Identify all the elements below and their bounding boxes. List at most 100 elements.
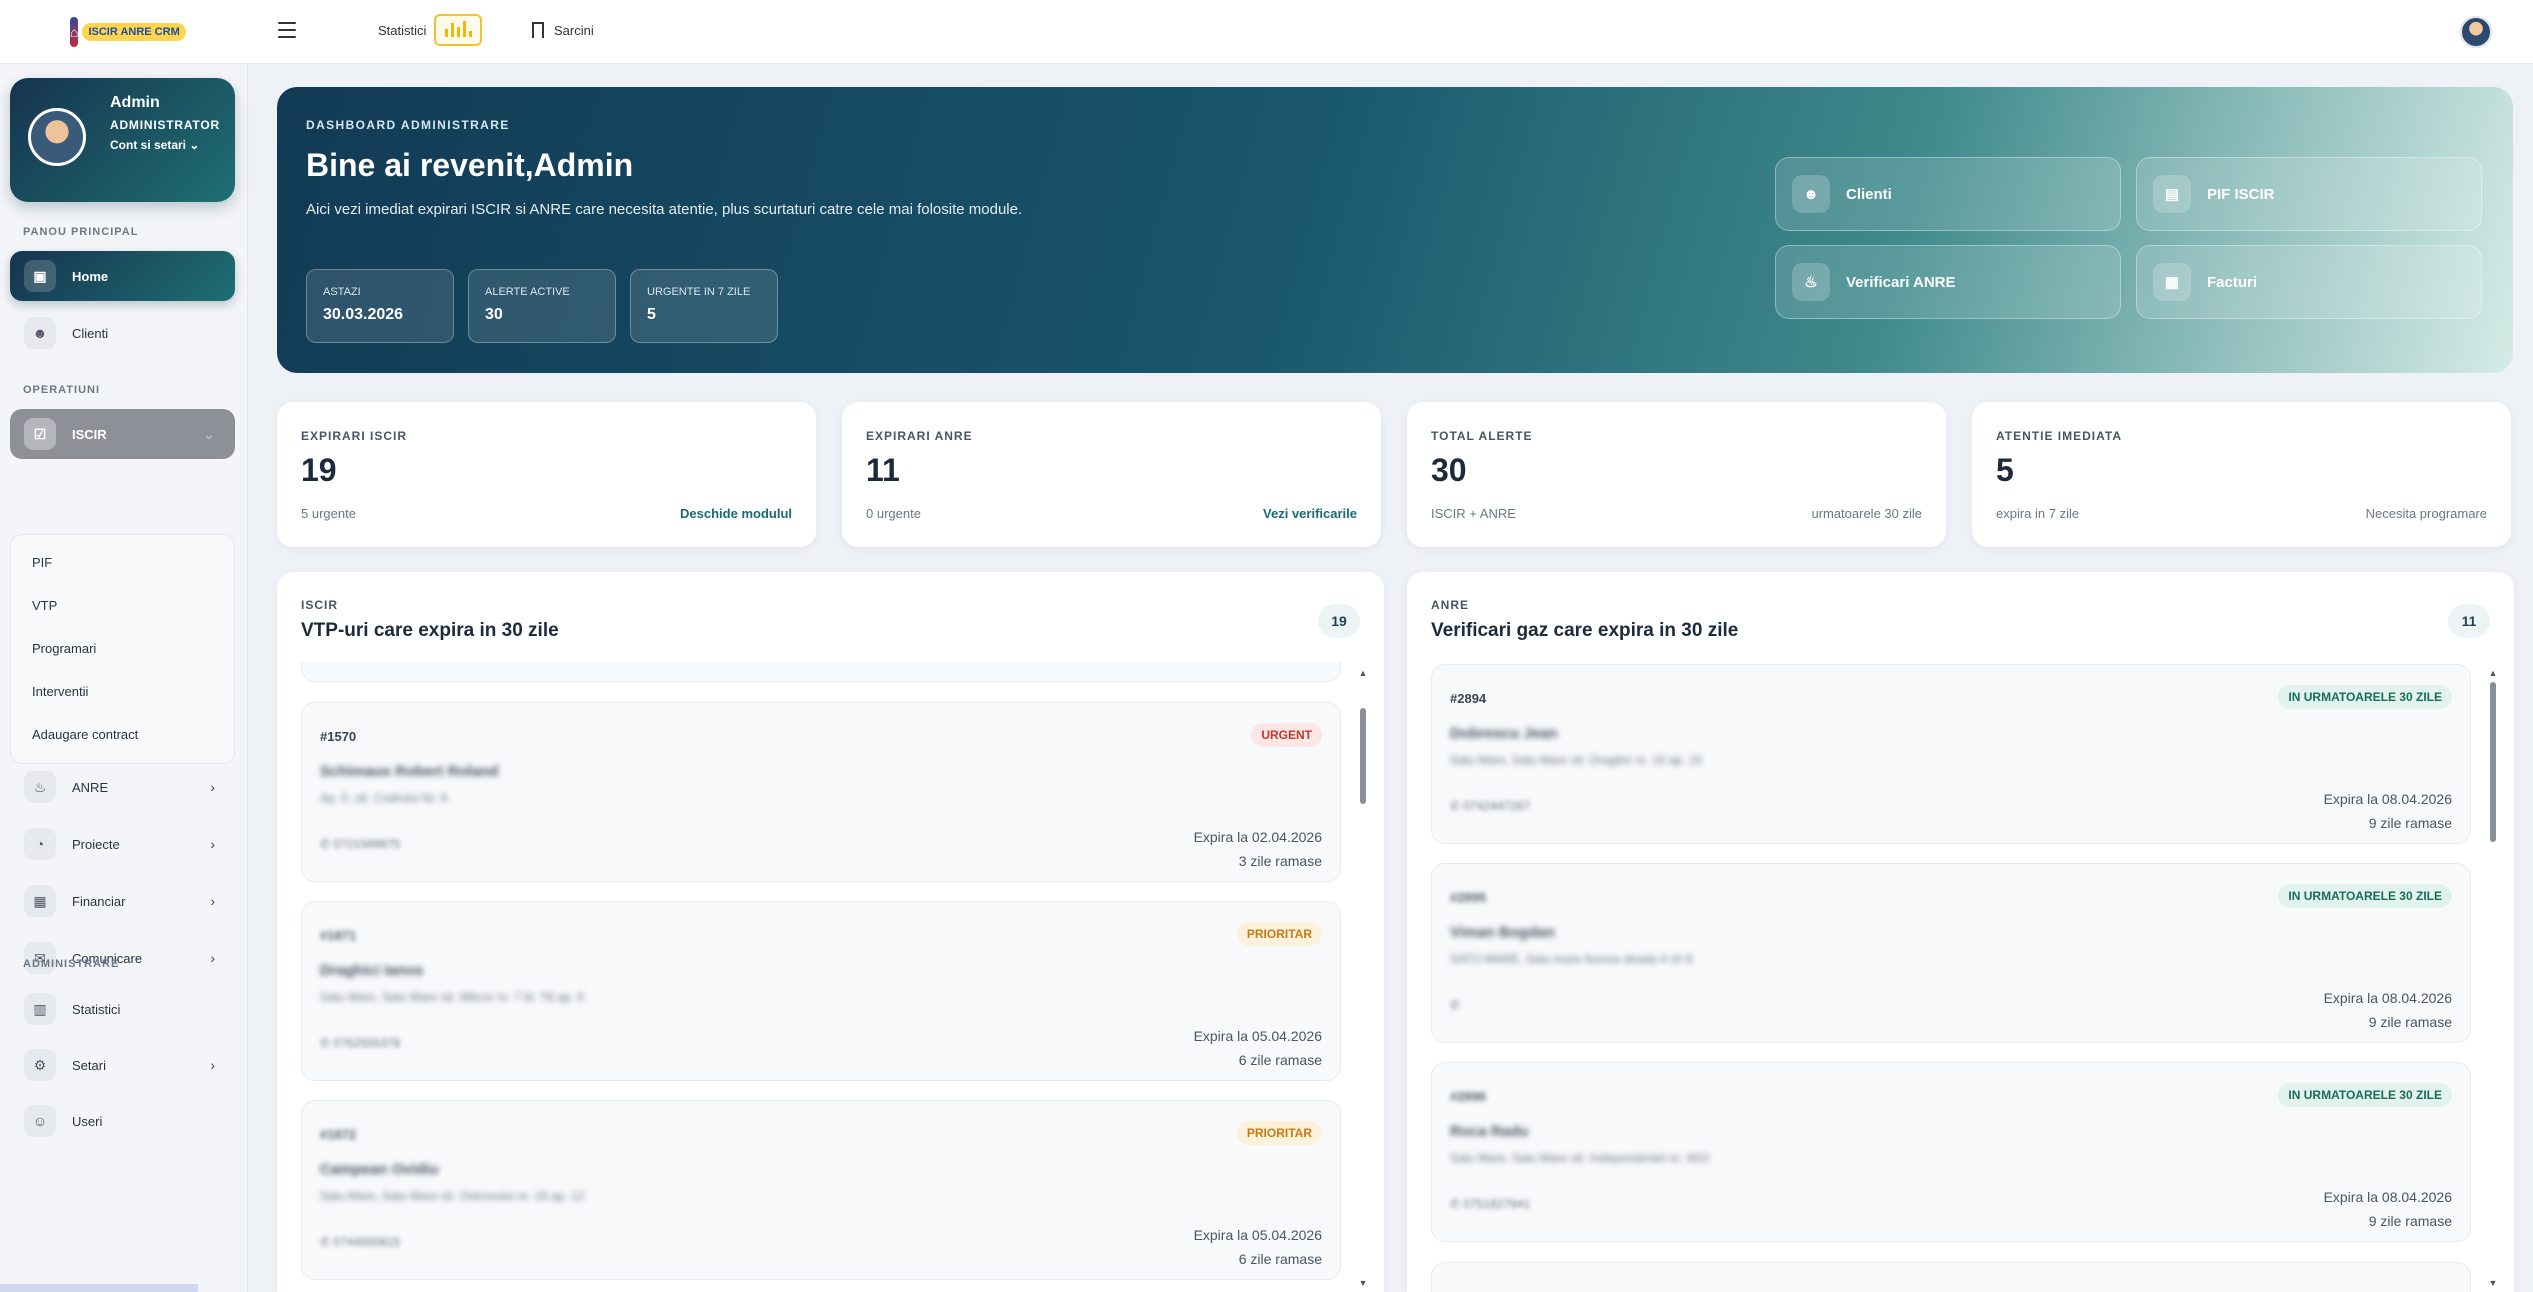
chip-label: ALERTE ACTIVE xyxy=(485,286,570,298)
scroll-thumb[interactable] xyxy=(2490,682,2496,842)
item-client-name: Viman Bogdan xyxy=(1450,924,1555,941)
chip-value: 5 xyxy=(647,306,656,323)
stat-label: ATENTIE IMEDIATA xyxy=(1996,429,2122,443)
item-client-name: Roca Radu xyxy=(1450,1123,1529,1140)
item-expiry: Expira la 05.04.2026 6 zile ramase xyxy=(1194,1024,1322,1072)
quick-action-facturi[interactable]: ▦ Facturi xyxy=(2136,245,2482,319)
sidebar-item-label: Statistici xyxy=(72,1001,121,1017)
file-icon: ▤ xyxy=(2153,175,2191,213)
item-phone: ✆ 0751827941 xyxy=(1450,1197,1531,1211)
stat-note: Necesita programare xyxy=(2365,506,2487,521)
panel-kicker: ANRE xyxy=(1431,598,1470,612)
stat-card-expirari-iscir: EXPIRARI ISCIR 19 5 urgente Deschide mod… xyxy=(277,402,816,547)
sidebar-item-financiar[interactable]: ▦ Financiar › xyxy=(10,876,235,926)
item-id: #2894 xyxy=(1450,691,1487,706)
submenu-item-pif[interactable]: PIF xyxy=(32,555,52,570)
stat-card-total-alerte: TOTAL ALERTE 30 ISCIR + ANRE urmatoarele… xyxy=(1407,402,1946,547)
scroll-thumb[interactable] xyxy=(1360,708,1366,804)
horizontal-scrollbar[interactable] xyxy=(0,1284,198,1292)
list-item[interactable]: #2895 IN URMATOARELE 30 ZILE Viman Bogda… xyxy=(1431,863,2471,1043)
hero-banner: DASHBOARD ADMINISTRARE Bine ai revenit,A… xyxy=(277,87,2513,373)
sidebar-item-setari[interactable]: ⚙ Setari › xyxy=(10,1040,235,1090)
calculator-icon: ▦ xyxy=(2153,263,2191,301)
sidebar-item-label: Clienti xyxy=(72,325,109,341)
item-expiry: Expira la 08.04.2026 9 zile ramase xyxy=(2324,787,2452,835)
submenu-item-interventii[interactable]: Interventii xyxy=(32,684,88,699)
sidebar-item-label: Setari xyxy=(72,1057,106,1073)
status-badge: PRIORITAR xyxy=(1236,922,1322,946)
chip-label: ASTAZI xyxy=(323,286,361,298)
bar-chart-icon: ▥ xyxy=(24,993,56,1025)
section-panou-principal: PANOU PRINCIPAL xyxy=(23,226,139,238)
logo-mark-icon: ⌂ xyxy=(70,17,79,47)
status-badge: IN URMATOARELE 30 ZILE xyxy=(2278,1083,2452,1107)
quick-action-label: PIF ISCIR xyxy=(2207,185,2275,203)
list-item[interactable]: #1872 PRIORITAR Campean Ovidiu Satu Mare… xyxy=(301,1100,1341,1280)
sidebar-item-proiecte[interactable]: ◔ Proiecte › xyxy=(10,819,235,869)
chevron-down-icon: ⌄ xyxy=(203,425,215,442)
list-item[interactable]: #2894 IN URMATOARELE 30 ZILE Dobrescu Je… xyxy=(1431,664,2471,844)
chevron-right-icon: › xyxy=(210,950,215,966)
scroll-down-icon[interactable]: ▼ xyxy=(2488,1278,2498,1288)
section-operatiuni: OPERATIUNI xyxy=(23,384,101,396)
view-checks-link[interactable]: Vezi verificarile xyxy=(1263,506,1357,521)
quick-action-clienti[interactable]: ☻ Clienti xyxy=(1775,157,2121,231)
chevron-right-icon: › xyxy=(210,893,215,909)
submenu-item-vtp[interactable]: VTP xyxy=(32,598,57,613)
dashboard-icon: ▣ xyxy=(24,260,56,292)
vertical-scrollbar[interactable]: ▲ ▼ xyxy=(1358,668,1368,1290)
submenu-item-programari[interactable]: Programari xyxy=(32,641,96,656)
nav-sarcini[interactable]: Sarcini xyxy=(532,22,594,38)
stat-label: EXPIRARI ANRE xyxy=(866,429,973,443)
stat-value: 5 xyxy=(1996,452,2014,488)
expiry-remaining: 9 zile ramase xyxy=(2368,1014,2452,1030)
phone-icon: ✆ xyxy=(1450,998,1461,1012)
app-logo[interactable]: ⌂ ISCIR ANRE CRM xyxy=(70,14,186,50)
item-expiry: Expira la 05.04.2026 6 zile ramase xyxy=(1194,1223,1322,1271)
profile-card: Admin ADMINISTRATOR Cont si setari ⌄ xyxy=(10,78,235,202)
sidebar-item-iscir[interactable]: ☑ ISCIR ⌄ xyxy=(10,409,235,459)
clipboard-icon: ☑ xyxy=(24,418,56,450)
quick-action-pif-iscir[interactable]: ▤ PIF ISCIR xyxy=(2136,157,2482,231)
vertical-scrollbar[interactable]: ▲ ▼ xyxy=(2488,668,2498,1290)
expiry-date: Expira la 08.04.2026 xyxy=(2323,791,2452,807)
list-item[interactable]: #2896 IN URMATOARELE 30 ZILE Roca Radu S… xyxy=(1431,1062,2471,1242)
stat-sub: ISCIR + ANRE xyxy=(1431,506,1516,521)
scroll-up-icon[interactable]: ▲ xyxy=(2488,668,2498,678)
sidebar-item-label: ANRE xyxy=(72,779,109,795)
user-avatar[interactable] xyxy=(2460,16,2492,48)
sidebar-item-statistici[interactable]: ▥ Statistici xyxy=(10,984,235,1034)
sidebar-item-anre[interactable]: ♨ ANRE › xyxy=(10,762,235,812)
item-phone: ✆ 0744000815 xyxy=(320,1235,401,1249)
list-item[interactable]: #1871 PRIORITAR Draghici Ianos Satu Mare… xyxy=(301,901,1341,1081)
chip-value: 30.03.2026 xyxy=(323,306,404,323)
expiry-remaining: 9 zile ramase xyxy=(2368,1213,2452,1229)
status-badge: IN URMATOARELE 30 ZILE xyxy=(2278,884,2452,908)
stat-value: 19 xyxy=(301,452,337,488)
expiry-remaining: 9 zile ramase xyxy=(2368,815,2452,831)
item-phone: ✆ 0762555378 xyxy=(320,1036,401,1050)
scroll-down-icon[interactable]: ▼ xyxy=(1358,1278,1368,1288)
chip-urgent-7-days: URGENTE IN 7 ZILE 5 xyxy=(630,269,778,343)
sidebar-item-home[interactable]: ▣ Home xyxy=(10,251,235,301)
sidebar-item-label: Home xyxy=(72,268,109,284)
menu-icon[interactable] xyxy=(278,22,296,38)
list-item[interactable]: #1570 URGENT Schimaus Robert Roland Ap. … xyxy=(301,702,1341,882)
item-expiry: Expira la 02.04.2026 3 zile ramase xyxy=(1194,825,1322,873)
item-phone: ✆ 0742447287 xyxy=(1450,799,1531,813)
panel-count-badge: 11 xyxy=(2448,604,2490,638)
panel-title: VTP-uri care expira in 30 zile xyxy=(301,620,559,641)
scroll-up-icon[interactable]: ▲ xyxy=(1358,668,1368,678)
account-settings-link[interactable]: Cont si setari ⌄ xyxy=(110,138,199,152)
stat-value: 30 xyxy=(1431,452,1467,488)
hero-title: Bine ai revenit,Admin xyxy=(306,147,634,183)
expiry-remaining: 6 zile ramase xyxy=(1238,1052,1322,1068)
submenu-item-adaugare-contract[interactable]: Adaugare contract xyxy=(32,727,138,742)
sidebar-item-clienti[interactable]: ☻ Clienti xyxy=(10,308,235,358)
item-client-name: Dobrescu Jean xyxy=(1450,725,1558,742)
sidebar-item-useri[interactable]: ☺ Useri xyxy=(10,1096,235,1146)
nav-statistici[interactable]: Statistici xyxy=(378,14,483,46)
item-address: Satu Mare, Satu Mare str. Milcov nr. 7 b… xyxy=(320,990,584,1004)
quick-action-verificari-anre[interactable]: ♨ Verificari ANRE xyxy=(1775,245,2121,319)
open-module-link[interactable]: Deschide modulul xyxy=(680,506,792,521)
